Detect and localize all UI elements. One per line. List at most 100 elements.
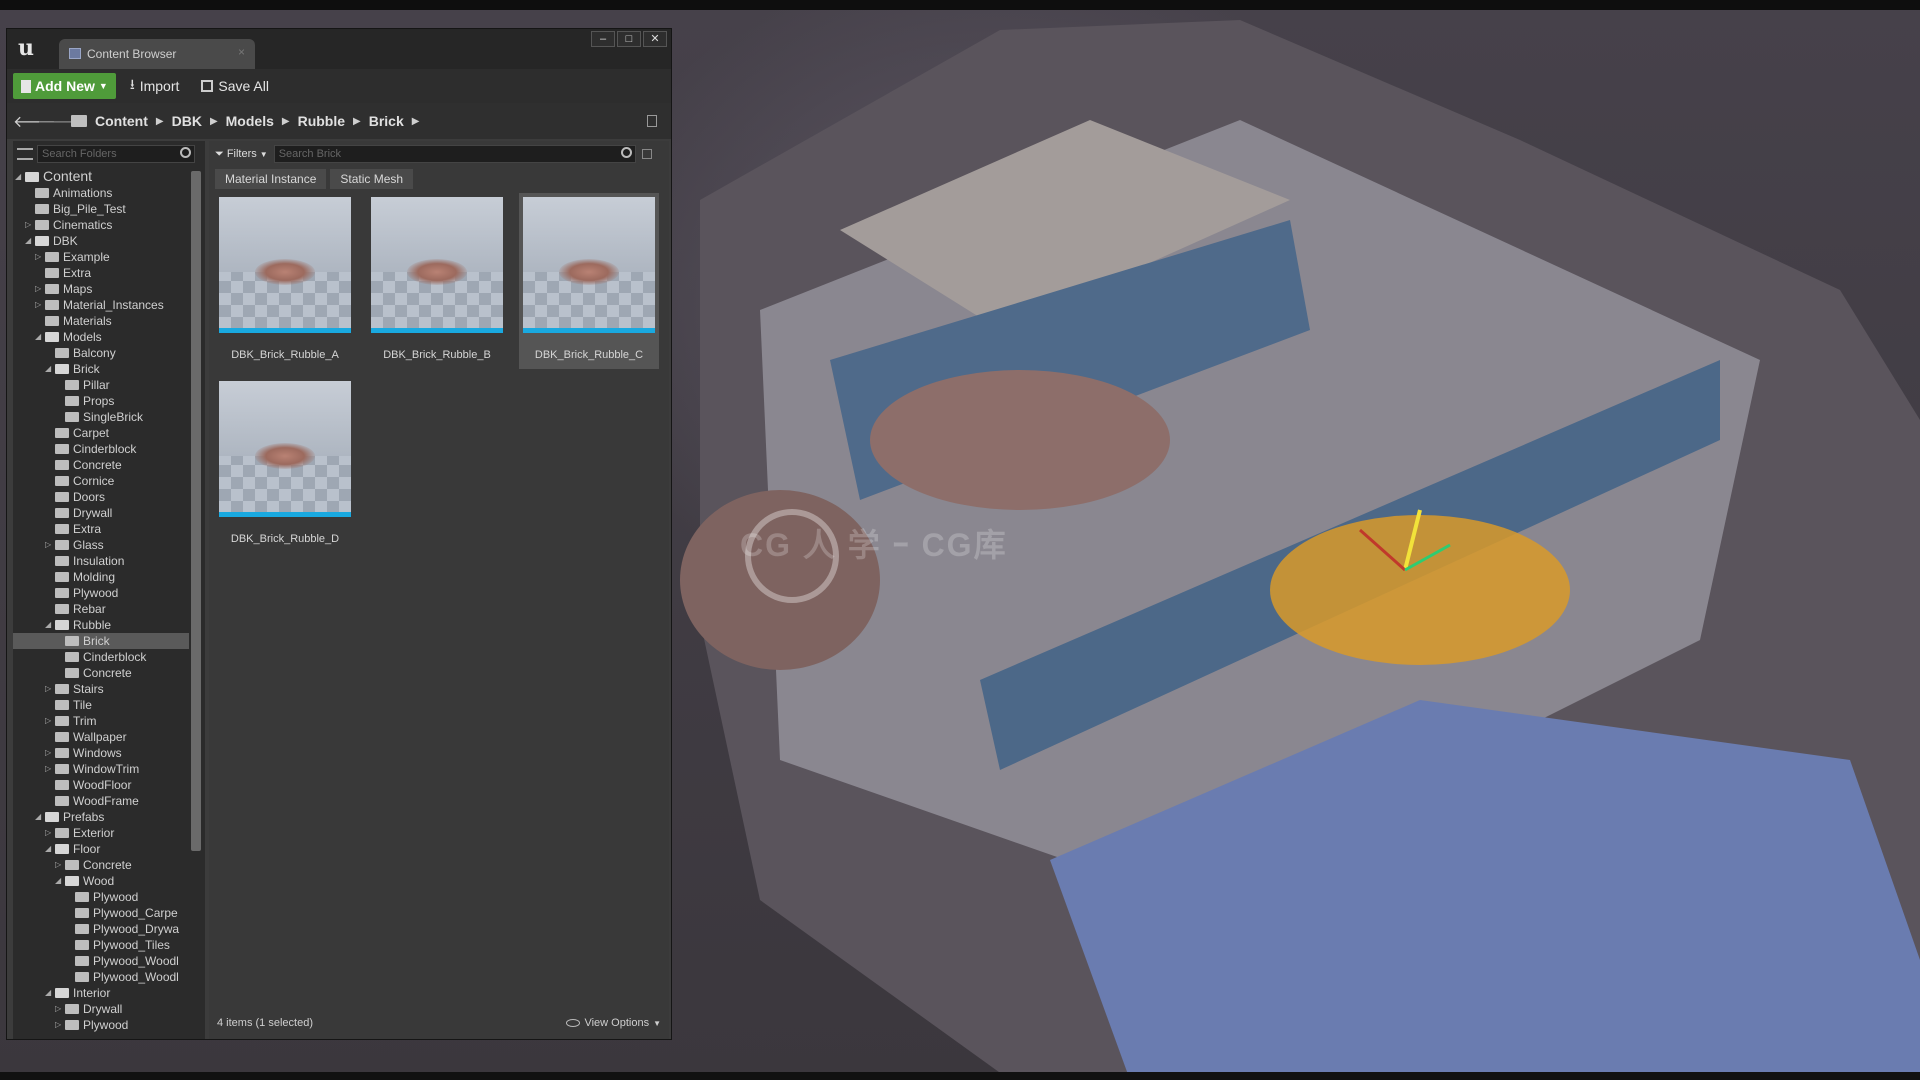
tree-item[interactable]: Materials (13, 313, 189, 329)
title-bar[interactable]: u Content Browser × – □ ✕ (7, 29, 671, 69)
expanded-arrow-icon[interactable]: ◢ (15, 169, 25, 185)
tree-item[interactable]: Doors (13, 489, 189, 505)
filters-button[interactable]: ⏷ Filters ▼ (215, 148, 268, 161)
collapsed-arrow-icon[interactable]: ▷ (45, 745, 55, 761)
collapsed-arrow-icon[interactable]: ▷ (45, 681, 55, 697)
collapsed-arrow-icon[interactable]: ▷ (35, 249, 45, 265)
asset-tile[interactable]: DBK_Brick_Rubble_B (367, 193, 507, 369)
tree-item[interactable]: Animations (13, 185, 189, 201)
collapsed-arrow-icon[interactable]: ▷ (25, 217, 35, 233)
save-all-button[interactable]: Save All (193, 73, 277, 99)
tree-item[interactable]: ◢ Floor (13, 841, 189, 857)
collapsed-arrow-icon[interactable]: ▷ (45, 537, 55, 553)
lock-icon[interactable] (647, 115, 657, 127)
tree-item[interactable]: ▷ Trim (13, 713, 189, 729)
tree-item[interactable]: Insulation (13, 553, 189, 569)
tree-item[interactable]: ▷ Example (13, 249, 189, 265)
tree-item[interactable]: ◢ Content (13, 169, 189, 185)
tree-item[interactable]: Cinderblock (13, 649, 189, 665)
back-arrow-icon[interactable]: 🡐 (13, 111, 56, 132)
tree-item[interactable]: ▷ WindowTrim (13, 761, 189, 777)
tree-item[interactable]: Concrete (13, 665, 189, 681)
tab-close-icon[interactable]: × (238, 45, 245, 59)
maximize-button[interactable]: □ (617, 31, 641, 47)
tree-item[interactable]: Molding (13, 569, 189, 585)
tree-item[interactable]: WoodFrame (13, 793, 189, 809)
tree-item[interactable]: Plywood (13, 585, 189, 601)
tree-item[interactable]: ▷ Exterior (13, 825, 189, 841)
tree-item[interactable]: ◢ Models (13, 329, 189, 345)
collapsed-arrow-icon[interactable]: ▷ (45, 713, 55, 729)
collapsed-arrow-icon[interactable]: ▷ (55, 1001, 65, 1017)
asset-search-input[interactable]: Search Brick (273, 145, 636, 163)
save-search-icon[interactable] (641, 149, 652, 159)
tree-item[interactable]: ◢ Prefabs (13, 809, 189, 825)
breadcrumb-item-content[interactable]: Content (95, 113, 148, 129)
tree-item[interactable]: ▷ Glass (13, 537, 189, 553)
tree-item[interactable]: Big_Pile_Test (13, 201, 189, 217)
tree-item[interactable]: Cinderblock (13, 441, 189, 457)
tree-item[interactable]: Tile (13, 697, 189, 713)
close-button[interactable]: ✕ (643, 31, 667, 47)
collapsed-arrow-icon[interactable]: ▷ (45, 825, 55, 841)
chevron-right-icon[interactable]: ▶ (412, 116, 420, 127)
tree-item[interactable]: ▷ Concrete (13, 857, 189, 873)
tree-item[interactable]: ▷ Material_Instances (13, 297, 189, 313)
tree-item[interactable]: ▷ Drywall (13, 1001, 189, 1017)
tree-item[interactable]: Drywall (13, 505, 189, 521)
tree-item[interactable]: Concrete (13, 457, 189, 473)
tree-item[interactable]: ▷ Windows (13, 745, 189, 761)
asset-tile[interactable]: DBK_Brick_Rubble_C (519, 193, 659, 369)
filter-chip-material-instance[interactable]: Material Instance (215, 169, 327, 189)
tree-item[interactable]: Plywood_Woodl (13, 969, 189, 985)
tree-item[interactable]: Plywood_Woodl (13, 953, 189, 969)
tree-item[interactable]: Plywood_Carpe (13, 905, 189, 921)
tree-item[interactable]: Plywood_Tiles (13, 937, 189, 953)
expanded-arrow-icon[interactable]: ◢ (55, 873, 65, 889)
expanded-arrow-icon[interactable]: ◢ (45, 985, 55, 1001)
filter-chip-static-mesh[interactable]: Static Mesh (330, 169, 414, 189)
chevron-right-icon[interactable]: ▶ (210, 116, 218, 127)
tree-item[interactable]: ◢ Brick (13, 361, 189, 377)
tree-item[interactable]: Plywood_Drywa (13, 921, 189, 937)
chevron-right-icon[interactable]: ▶ (156, 116, 164, 127)
tree-scrollbar[interactable] (191, 171, 201, 851)
collapsed-arrow-icon[interactable]: ▷ (35, 297, 45, 313)
asset-tile[interactable]: DBK_Brick_Rubble_A (215, 193, 355, 369)
tree-item[interactable]: SingleBrick (13, 409, 189, 425)
breadcrumb-item-dbk[interactable]: DBK (172, 113, 202, 129)
sources-toggle-icon[interactable] (17, 148, 33, 160)
tree-item[interactable]: Wallpaper (13, 729, 189, 745)
breadcrumb-item-models[interactable]: Models (226, 113, 274, 129)
forward-arrow-icon[interactable]: 🡒 (37, 111, 80, 132)
tree-item[interactable]: Extra (13, 521, 189, 537)
tree-item[interactable]: ◢ Wood (13, 873, 189, 889)
import-button[interactable]: ⭳ Import (122, 73, 188, 99)
breadcrumb-item-brick[interactable]: Brick (369, 113, 404, 129)
chevron-right-icon[interactable]: ▶ (353, 116, 361, 127)
tree-item[interactable]: WoodFloor (13, 777, 189, 793)
collapsed-arrow-icon[interactable]: ▷ (55, 1017, 65, 1033)
collapsed-arrow-icon[interactable]: ▷ (55, 857, 65, 873)
tree-item[interactable]: Cornice (13, 473, 189, 489)
tree-item[interactable]: ◢ Rubble (13, 617, 189, 633)
tree-item[interactable]: ▷ Maps (13, 281, 189, 297)
tree-item[interactable]: Pillar (13, 377, 189, 393)
tree-item[interactable]: Rebar (13, 601, 189, 617)
expanded-arrow-icon[interactable]: ◢ (45, 361, 55, 377)
tree-item[interactable]: Carpet (13, 425, 189, 441)
view-options-button[interactable]: View Options ▼ (566, 1017, 661, 1029)
expanded-arrow-icon[interactable]: ◢ (35, 809, 45, 825)
tree-item[interactable]: Balcony (13, 345, 189, 361)
tab-content-browser[interactable]: Content Browser × (59, 39, 255, 69)
expanded-arrow-icon[interactable]: ◢ (45, 617, 55, 633)
tree-item[interactable]: Props (13, 393, 189, 409)
expanded-arrow-icon[interactable]: ◢ (45, 841, 55, 857)
folder-search-input[interactable]: Search Folders (37, 145, 195, 163)
tree-item[interactable]: ▷ Plywood (13, 1017, 189, 1033)
collapsed-arrow-icon[interactable]: ▷ (35, 281, 45, 297)
collapsed-arrow-icon[interactable]: ▷ (45, 761, 55, 777)
tree-item[interactable]: ◢ Interior (13, 985, 189, 1001)
tree-item[interactable]: ◢ DBK (13, 233, 189, 249)
breadcrumb-item-rubble[interactable]: Rubble (298, 113, 345, 129)
